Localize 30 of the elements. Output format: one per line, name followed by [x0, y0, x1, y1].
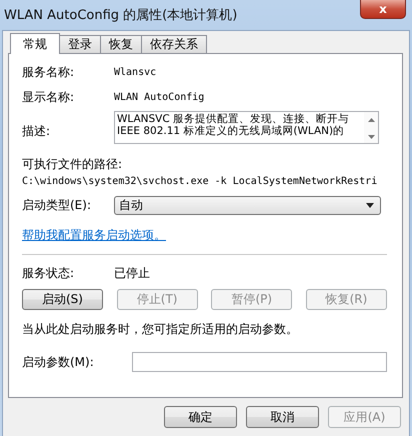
close-button[interactable]: x: [360, 0, 406, 19]
field-value: WLAN AutoConfig: [114, 92, 204, 102]
window-title: WLAN AutoConfig 的属性(本地计算机): [4, 7, 238, 24]
description-line: WLANSVC 服务提供配置、发现、连接、断开与: [117, 113, 350, 125]
field-label: 服务状态:: [22, 264, 76, 282]
tab[interactable]: 恢复: [100, 35, 142, 53]
field-label: 服务名称:: [22, 64, 76, 80]
scroll-down-icon[interactable]: [368, 135, 374, 139]
dialog-button[interactable]: 取消: [246, 406, 319, 428]
field-label: 显示名称:: [22, 88, 76, 106]
field-label: 启动参数(M):: [22, 354, 95, 370]
help-link[interactable]: 帮助我配置服务启动选项。: [22, 227, 166, 244]
description-box[interactable]: WLANSVC 服务提供配置、发现、连接、断开与 IEEE 802.11 标准定义的无线局域网(WLAN)的: [114, 111, 379, 144]
field-label: 描述:: [22, 123, 52, 140]
status-value: 已停止: [114, 264, 150, 282]
field-label: 可执行文件的路径:: [22, 156, 124, 173]
field-value: Wlansvc: [114, 66, 156, 78]
path-value: C:\windows\system32\svchost.exe -k LocalSystemNetworkRestri: [22, 176, 378, 187]
tab[interactable]: 常规: [10, 33, 60, 54]
tab[interactable]: 依存关系: [141, 35, 207, 53]
field-label: 启动类型(E):: [22, 197, 92, 214]
start-parameters-field[interactable]: [132, 352, 387, 372]
service-control-button[interactable]: 启动(S): [22, 289, 103, 310]
caret-icon: [366, 203, 374, 208]
tab[interactable]: 登录: [59, 35, 101, 53]
hint-text: 当从此处启动服务时，您可指定所适用的启动参数。: [22, 321, 299, 338]
description-line: IEEE 802.11 标准定义的无线局域网(WLAN)的: [117, 125, 346, 137]
dialog-button[interactable]: 确定: [164, 406, 237, 428]
startup-type-dropdown[interactable]: 自动: [114, 196, 381, 215]
scroll-up-icon[interactable]: [368, 118, 374, 122]
